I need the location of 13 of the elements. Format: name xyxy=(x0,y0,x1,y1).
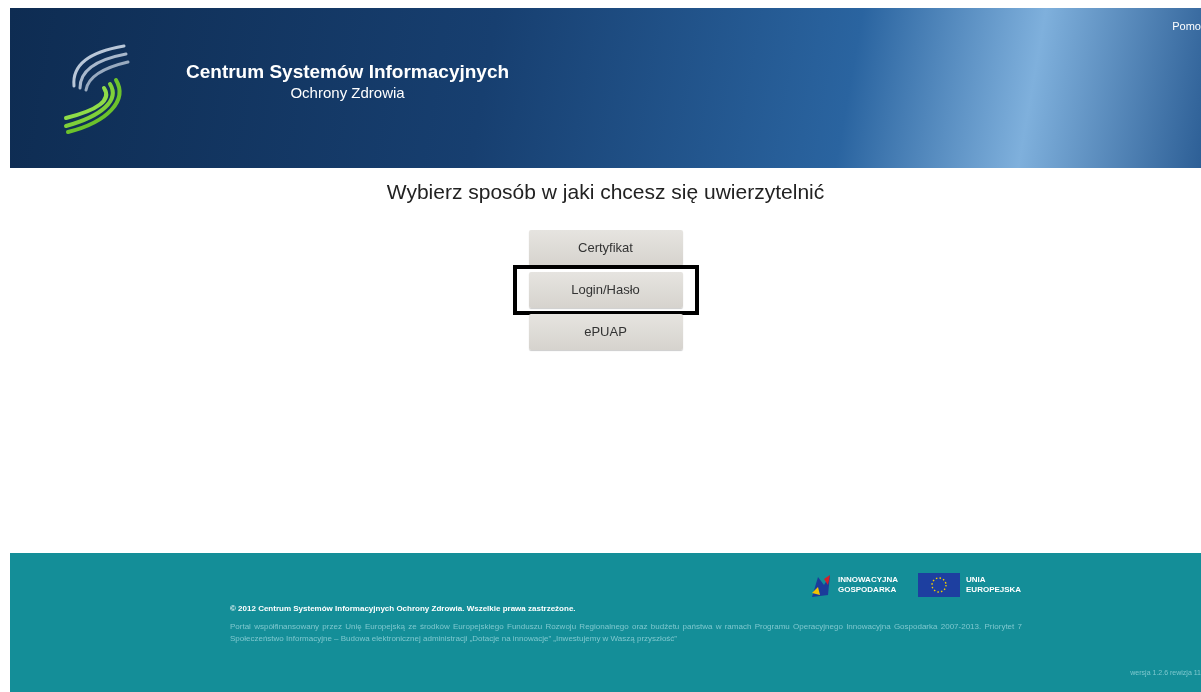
option-button[interactable]: Certyfikat xyxy=(528,229,683,266)
site-subtitle: Ochrony Zdrowia xyxy=(290,83,405,103)
eu-flag-icon xyxy=(918,573,960,597)
site-title: Centrum Systemów Informacyjnych xyxy=(186,59,510,84)
page-heading: Wybierz sposób w jaki chcesz się uwierzytelnić xyxy=(386,179,825,205)
funding-note: Portal współfinansowany przez Unię Europejską ze środków Europejskiego Funduszu Rozwoju Regionalnego oraz budżetu państwa w ramach Programu Operacyjnego Innowacyjna Gospodarka 2007-2013. Priorytet 7 Społeczeństwo Informacyjne – Budowa elektronicznej administracji „Dotacje na innowacje” „Inwestujemy w Waszą przyszłość” xyxy=(230,621,1022,645)
logo-caption: UNIA EUROPEJSKA xyxy=(966,575,1022,595)
copyright-text: © 2012 Centrum Systemów Informacyjnych Ochrony Zdrowia. Wszelkie prawa zastrzeżone. xyxy=(230,603,577,615)
help-link[interactable]: Pomo xyxy=(1172,18,1201,35)
logo-caption: INNOWACYJNA GOSPODARKA xyxy=(838,575,898,595)
option-button[interactable]: ePUAP xyxy=(528,313,683,350)
star-logo-icon xyxy=(810,573,832,597)
option-button[interactable]: Login/Hasło xyxy=(528,271,683,308)
